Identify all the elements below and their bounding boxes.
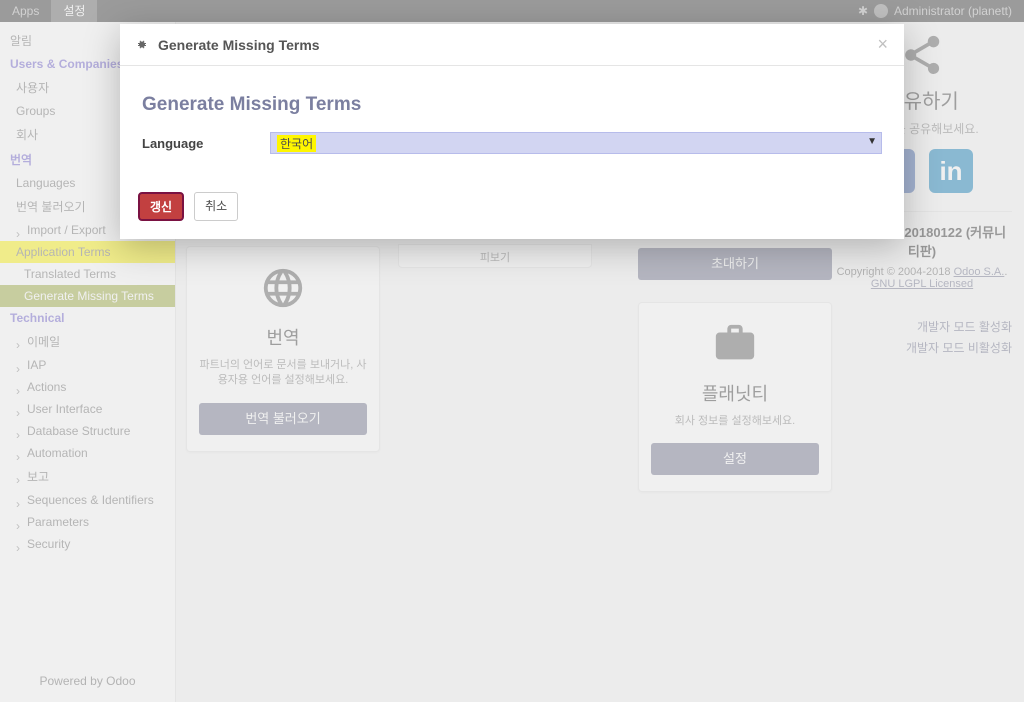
update-button[interactable]: 갱신 xyxy=(138,192,184,221)
chevron-down-icon: ▼ xyxy=(867,136,877,147)
cancel-button[interactable]: 취소 xyxy=(194,192,238,221)
language-select[interactable]: 한국어 ▼ xyxy=(270,132,882,154)
close-icon[interactable]: × xyxy=(877,34,888,55)
modal-heading: Generate Missing Terms xyxy=(142,94,882,116)
bug-icon xyxy=(136,39,148,51)
modal-overlay: Generate Missing Terms × Generate Missin… xyxy=(0,0,1024,702)
language-label: Language xyxy=(142,136,270,151)
modal-generate-missing-terms: Generate Missing Terms × Generate Missin… xyxy=(120,24,904,239)
language-value: 한국어 xyxy=(277,135,316,152)
modal-title: Generate Missing Terms xyxy=(158,37,320,53)
